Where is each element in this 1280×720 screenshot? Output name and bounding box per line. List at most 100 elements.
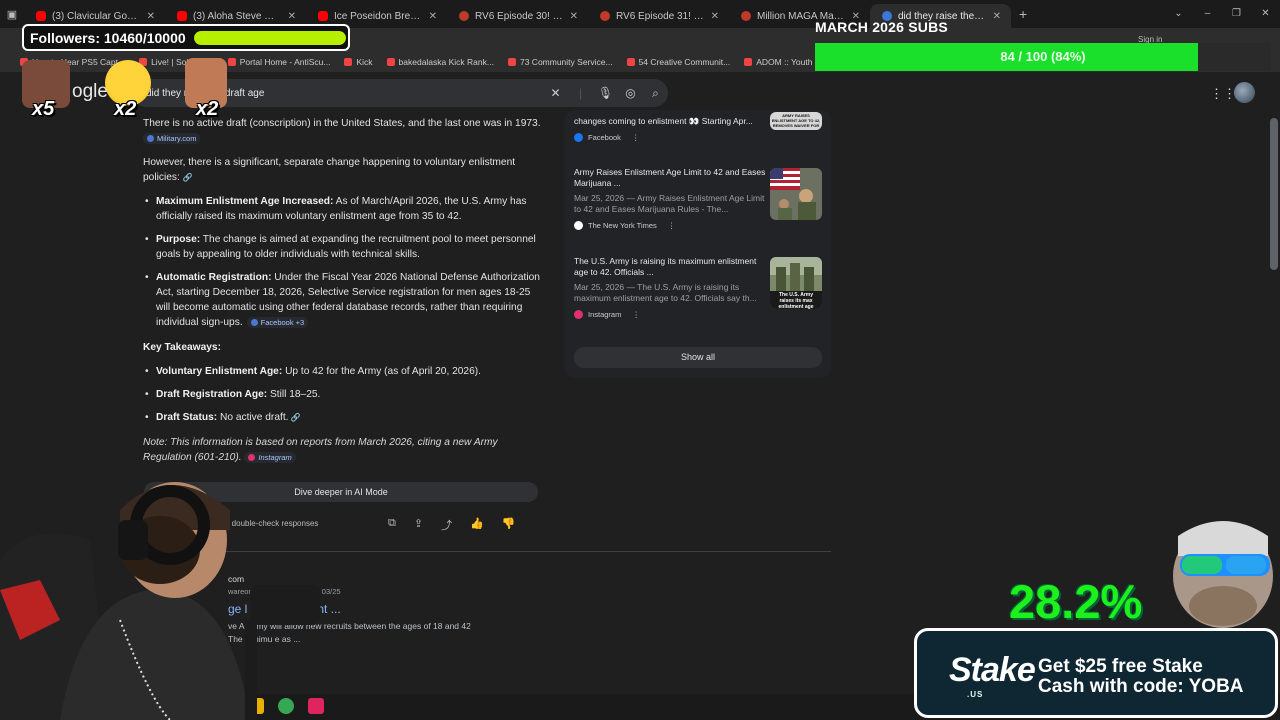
chip-label: Facebook +3	[260, 318, 305, 327]
source-card[interactable]: changes coming to enlistment 👀 Starting …	[574, 116, 770, 143]
takeaways-list: Voluntary Enlistment Age: Up to 42 for t…	[143, 364, 543, 425]
close-window-button[interactable]: ✕	[1251, 0, 1280, 28]
item-text: Still 18–25.	[267, 389, 321, 401]
stake-logo: Stake .US	[949, 651, 1036, 699]
intro-text-2: However, there is a significant, separat…	[143, 157, 516, 184]
military-icon	[147, 134, 154, 142]
tab-title: (3) Clavicular Goes to the Evergl	[52, 10, 141, 22]
share-icon[interactable]: ⤴	[441, 517, 452, 533]
tab-title: RV6 Episode 30! | RV Trip Over?	[475, 10, 564, 22]
source-chip[interactable]: Military.com	[143, 132, 201, 144]
feedback-actions: ⧉ ⇪ ⤴ 👍 👎	[388, 517, 515, 533]
source-thumbnail[interactable]	[770, 168, 822, 220]
source-favicon-icon	[574, 133, 583, 142]
stake-promo: Get $25 free Stake Cash with code: YOBA	[1038, 657, 1244, 697]
source-card[interactable]: The U.S. Army is raising its maximum enl…	[574, 256, 770, 320]
thumbs-down-icon[interactable]: 👎	[502, 517, 516, 533]
bookmark-icon	[507, 58, 516, 66]
flag-soldiers-image	[770, 168, 822, 220]
youtube-icon	[36, 11, 46, 21]
close-tab-icon[interactable]: ✕	[288, 11, 296, 22]
window-controls: ⌄ – ❐ ✕	[1164, 0, 1280, 28]
clear-icon[interactable]: ✕	[543, 86, 568, 100]
microphone-icon[interactable]: 🎙	[593, 86, 618, 100]
minimize-button[interactable]: –	[1193, 0, 1222, 28]
note-text: Note: This information is based on repor…	[143, 437, 498, 464]
followers-progress-fill	[193, 30, 346, 45]
source-thumbnail[interactable]: The U.S. Army raises its max enlistment …	[770, 257, 822, 309]
source-thumbnail[interactable]: ARMY RAISES ENLISTMENT AGE TO 42, REMOVE…	[770, 112, 822, 130]
bookmark-item[interactable]: Portal Home - AntiScu...	[227, 57, 330, 67]
browser-tab[interactable]: RV6 Episode 31! | The End | Day ✕	[588, 4, 729, 28]
link-icon[interactable]: 🔗	[288, 413, 301, 422]
tab-title: Ice Poseidon Breaks Down	[334, 10, 423, 22]
source-chip[interactable]: Facebook +3	[246, 317, 309, 328]
more-options-icon[interactable]: ⋮	[632, 309, 640, 320]
rv-icon	[741, 11, 751, 21]
stake-promo-line: Cash with code: YOBA	[1038, 676, 1244, 697]
item-title: Purpose:	[156, 234, 201, 246]
source-title[interactable]: changes coming to enlistment 👀 Starting …	[574, 116, 770, 127]
bookmark-icon	[344, 58, 353, 66]
thumbnail-caption: The U.S. Army raises its max enlistment …	[778, 292, 814, 309]
list-item: Draft Registration Age: Still 18–25.	[143, 387, 543, 402]
scrollbar-thumb[interactable]	[1270, 118, 1278, 270]
search-icon[interactable]: ⌕	[643, 86, 668, 101]
restore-button[interactable]: ❐	[1222, 0, 1251, 28]
source-title[interactable]: Army Raises Enlistment Age Limit to 42 a…	[574, 167, 770, 189]
link-icon[interactable]: 🔗	[183, 173, 193, 182]
stake-logo-text: Stake	[949, 651, 1036, 689]
chip-label: Military.com	[157, 133, 197, 143]
source-chip[interactable]: Instagram	[244, 452, 296, 464]
close-tab-icon[interactable]: ✕	[570, 11, 578, 22]
facebook-icon	[250, 319, 258, 326]
source-description: Mar 25, 2026 — Army Raises Enlistment Ag…	[574, 193, 765, 214]
source-name: Instagram	[588, 310, 622, 319]
source-favicon-icon	[574, 221, 583, 230]
bookmark-item[interactable]: Kick	[344, 57, 373, 67]
search-divider: |	[578, 86, 583, 100]
avatar[interactable]	[1234, 82, 1255, 103]
export-icon[interactable]: ⇪	[414, 517, 423, 533]
bookmark-item[interactable]: bakedalaska Kick Rank...	[386, 57, 494, 67]
item-text: The change is aimed at expanding the rec…	[156, 234, 536, 261]
new-tab-button[interactable]: +	[1011, 6, 1035, 22]
copy-icon[interactable]: ⧉	[388, 517, 396, 533]
sources-panel	[565, 110, 831, 378]
google-logo[interactable]: ogle	[72, 81, 108, 103]
thumbnail-caption: ARMY RAISES ENLISTMENT AGE TO 42, REMOVE…	[771, 113, 821, 128]
bookmark-label: 54 Creative Communit...	[638, 57, 731, 67]
item-title: Maximum Enlistment Age Increased:	[156, 196, 334, 208]
subs-progress-text: 84 / 100 (84%)	[1000, 49, 1086, 64]
item-title: Voluntary Enlistment Age:	[156, 366, 283, 378]
more-options-icon[interactable]: ⋮	[668, 220, 676, 231]
source-card[interactable]: Army Raises Enlistment Age Limit to 42 a…	[574, 167, 770, 231]
source-favicon-icon	[574, 310, 583, 319]
close-tab-icon[interactable]: ✕	[711, 11, 719, 22]
item-title: Draft Registration Age:	[156, 389, 268, 401]
bookmark-item[interactable]: 73 Community Service...	[507, 57, 613, 67]
bookmark-icon	[626, 58, 635, 66]
tab-dropdown-icon[interactable]: ⌄	[1164, 0, 1193, 28]
lens-icon[interactable]: ◎	[618, 86, 643, 100]
followers-label: Followers: 10460/10000	[30, 29, 186, 46]
source-description: Mar 25, 2026 — The U.S. Army is raising …	[574, 282, 757, 303]
source-title[interactable]: The U.S. Army is raising its maximum enl…	[574, 256, 770, 278]
subs-goal-title: MARCH 2026 SUBS	[815, 19, 948, 35]
emote-multiplier: x2	[196, 98, 219, 120]
tab-search-icon[interactable]: ▣	[0, 8, 24, 21]
more-options-icon[interactable]: ⋮	[632, 132, 640, 143]
browser-tab[interactable]: RV6 Episode 30! | RV Trip Over? ✕	[447, 4, 588, 28]
thumbs-up-icon[interactable]: 👍	[470, 517, 484, 533]
bookmark-item[interactable]: 54 Creative Communit...	[626, 57, 731, 67]
close-tab-icon[interactable]: ✕	[147, 11, 155, 22]
item-title: Automatic Registration:	[156, 272, 272, 284]
source-name-row: Facebook ⋮	[574, 132, 770, 143]
item-title: Draft Status:	[156, 412, 218, 424]
tab-title: (3) Aloha Steve Gets ATTACKED	[193, 10, 282, 22]
stake-banner: Stake .US Get $25 free Stake Cash with c…	[914, 628, 1278, 718]
close-tab-icon[interactable]: ✕	[993, 11, 1001, 22]
bullet-list: Maximum Enlistment Age Increased: As of …	[143, 194, 543, 330]
close-tab-icon[interactable]: ✕	[429, 11, 437, 22]
show-all-button[interactable]: Show all	[574, 347, 822, 368]
